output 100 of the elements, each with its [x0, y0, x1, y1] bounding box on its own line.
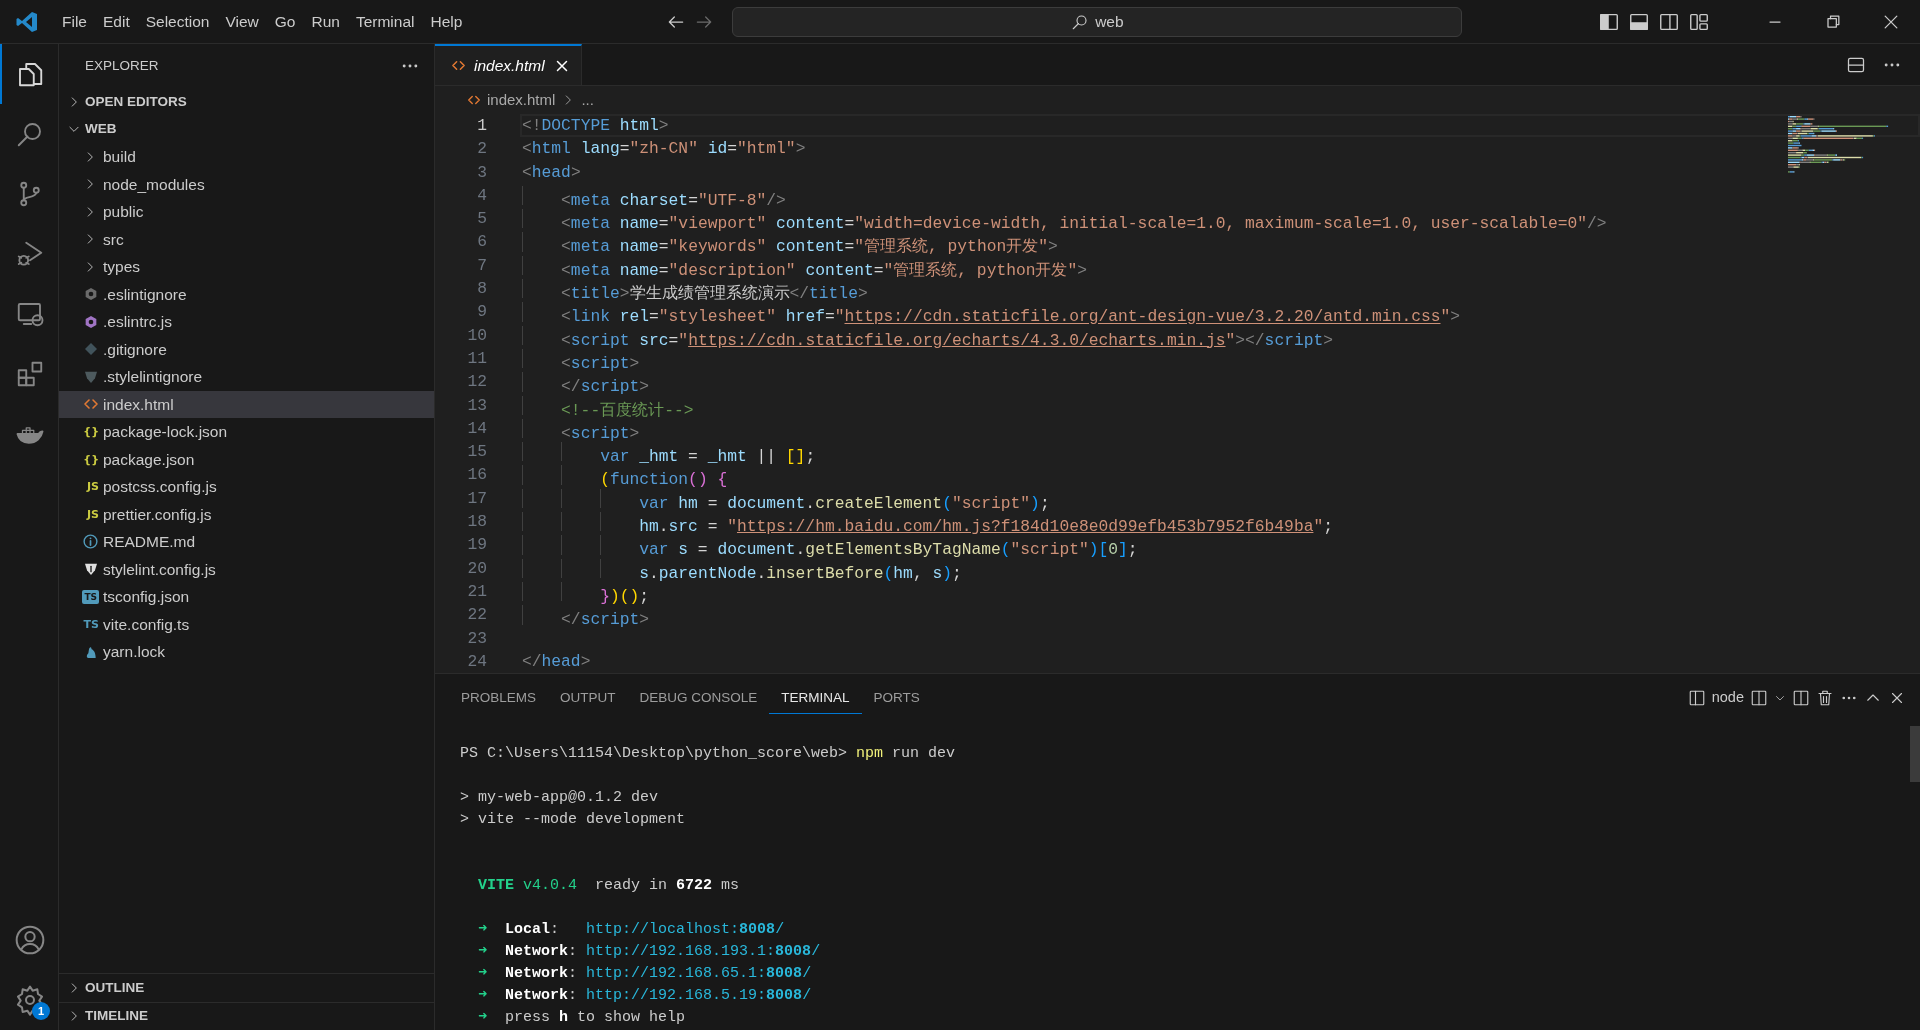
js-icon: JS [87, 481, 99, 493]
section-header[interactable]: WEB [59, 115, 434, 143]
split-terminal-icon[interactable] [1750, 689, 1768, 707]
explorer-entry[interactable]: .gitignore [59, 335, 434, 363]
explorer-folder[interactable]: src [59, 225, 434, 253]
section-header[interactable]: OPEN EDITORS [59, 88, 434, 116]
line-number: 12 [466, 371, 487, 394]
ts-icon: TS [82, 589, 99, 604]
code-line: <script> [561, 424, 640, 444]
line-number: 9 [476, 301, 487, 324]
explorer-entry[interactable]: index.html [59, 390, 434, 418]
search-field[interactable]: web [732, 6, 1463, 37]
code-line: <title>学生成绩管理系统演示</title> [561, 284, 868, 304]
explorer-entry[interactable]: JS prettier.config.js [59, 500, 434, 528]
explorer-folder[interactable]: node_modules [59, 170, 434, 198]
blocks-icon [15, 359, 45, 389]
panel-tab[interactable]: PORTS [861, 681, 932, 715]
sidebar-title: EXPLORER [85, 56, 159, 75]
play-bug-icon [15, 239, 45, 269]
line-number: 17 [466, 487, 487, 510]
gear-icon [14, 984, 46, 1016]
menu-item[interactable]: Run [303, 7, 348, 36]
diamond-icon [83, 341, 99, 358]
section-header[interactable]: TIMELINE [59, 1002, 434, 1030]
explorer-entry[interactable]: .eslintrc.js [59, 308, 434, 336]
editor-tab[interactable]: index.html [435, 44, 582, 85]
breadcrumb-item[interactable]: index.html [487, 88, 556, 112]
panel-tab[interactable]: DEBUG CONSOLE [627, 681, 770, 715]
line-number: 19 [466, 534, 487, 557]
activity-bar-item[interactable]: 1 [0, 970, 58, 1030]
braces-icon: {} [83, 453, 99, 465]
line-number: 4 [476, 184, 487, 207]
line-number: 1 [476, 115, 487, 137]
app-logo-icon [15, 9, 39, 34]
breadcrumb-item[interactable]: ... [581, 88, 594, 112]
scrollbar-thumb[interactable] [1910, 726, 1920, 782]
terminal-line: ➜ Network: http://192.168.193.1:8008/ [477, 942, 821, 962]
code-line: hm.src = "https://hm.baidu.com/hm.js?f184d10e8e0d99efb453b7952f6b49ba"; [639, 517, 1333, 537]
menu-item[interactable]: Selection [137, 7, 218, 36]
menu-item[interactable]: View [217, 7, 267, 36]
panel-tab[interactable]: TERMINAL [769, 681, 862, 715]
js-icon: JS [87, 508, 99, 520]
terminal-line: > vite --mode development [460, 810, 686, 830]
panel-tab[interactable]: OUTPUT [548, 681, 628, 715]
section-header[interactable]: OUTLINE [59, 974, 434, 1002]
menu-item[interactable]: Help [422, 7, 471, 36]
terminal-line: PS C:\Users\11154\Desktop\python_score\web> npm run dev [460, 744, 956, 764]
line-number: 10 [466, 324, 487, 347]
terminal-line: > my-web-app@0.1.2 dev [460, 788, 659, 808]
terminal-icon[interactable] [1687, 689, 1706, 707]
code-line: <meta name="description" content="管理系统, python开发"> [561, 261, 1088, 281]
code-line: <!--百度统计--> [561, 400, 694, 420]
explorer-entry[interactable]: {} package.json [59, 445, 434, 473]
line-number: 2 [476, 138, 487, 161]
line-number: 5 [476, 208, 487, 231]
explorer-entry[interactable]: JS postcss.config.js [59, 473, 434, 501]
panel-tab[interactable]: PROBLEMS [449, 681, 549, 715]
trash-icon[interactable] [1816, 689, 1834, 707]
line-number: 22 [466, 604, 487, 627]
explorer-entry[interactable]: .stylelintignore [59, 363, 434, 391]
explorer-entry[interactable]: {} package-lock.json [59, 418, 434, 446]
line-number: 14 [466, 417, 487, 440]
explorer-entry[interactable]: TS tsconfig.json [59, 583, 434, 611]
code-line: var _hmt = _hmt || []; [600, 447, 816, 467]
code-brackets-icon [467, 93, 481, 107]
line-number: 18 [466, 511, 487, 534]
ts-icon: TS [83, 618, 99, 630]
menu-item[interactable]: File [54, 7, 95, 36]
explorer-entry[interactable]: TS vite.config.ts [59, 610, 434, 638]
explorer-folder[interactable]: types [59, 253, 434, 281]
explorer-folder[interactable]: public [59, 198, 434, 226]
account-icon [14, 924, 46, 956]
explorer-entry[interactable]: README.md [59, 528, 434, 556]
code-brackets-icon [451, 58, 466, 73]
line-number: 8 [476, 278, 487, 301]
hexagon-icon [83, 313, 99, 330]
terminal-name[interactable]: node [1711, 687, 1744, 709]
search-icon [1071, 12, 1090, 31]
explorer-entry[interactable]: .eslintignore [59, 280, 434, 308]
code-line: <script src="https://cdn.staticfile.org/echarts/4.3.0/echarts.min.js"></script> [561, 330, 1333, 350]
menu-item[interactable]: Go [266, 7, 304, 36]
line-number: 15 [466, 441, 487, 464]
code-line: <meta charset="UTF-8"/> [561, 191, 786, 211]
code-line: </head> [522, 651, 591, 671]
menu-item[interactable]: Terminal [347, 7, 423, 36]
code-line: <script> [561, 354, 640, 374]
explorer-folder[interactable]: build [59, 143, 434, 171]
terminal-line: ➜ Network: http://192.168.65.1:8008/ [477, 964, 812, 984]
line-number: 7 [476, 254, 487, 277]
code-line: <!DOCTYPE html> [522, 116, 669, 135]
explorer-entry[interactable]: yarn.lock [59, 638, 434, 666]
code-line: <meta name="viewport" content="width=device-width, initial-scale=1.0, maximum-scale=1.0, user-scalable=0"/> [561, 214, 1607, 234]
notification-badge: 1 [32, 1002, 50, 1020]
split-icon[interactable] [1792, 689, 1810, 707]
code-line: })(); [600, 587, 650, 607]
code-line: s.parentNode.insertBefore(hm, s); [639, 563, 962, 583]
line-number: 16 [466, 464, 487, 487]
hexagon-icon [83, 286, 99, 303]
menu-item[interactable]: Edit [95, 7, 138, 36]
explorer-entry[interactable]: stylelint.config.js [59, 555, 434, 583]
